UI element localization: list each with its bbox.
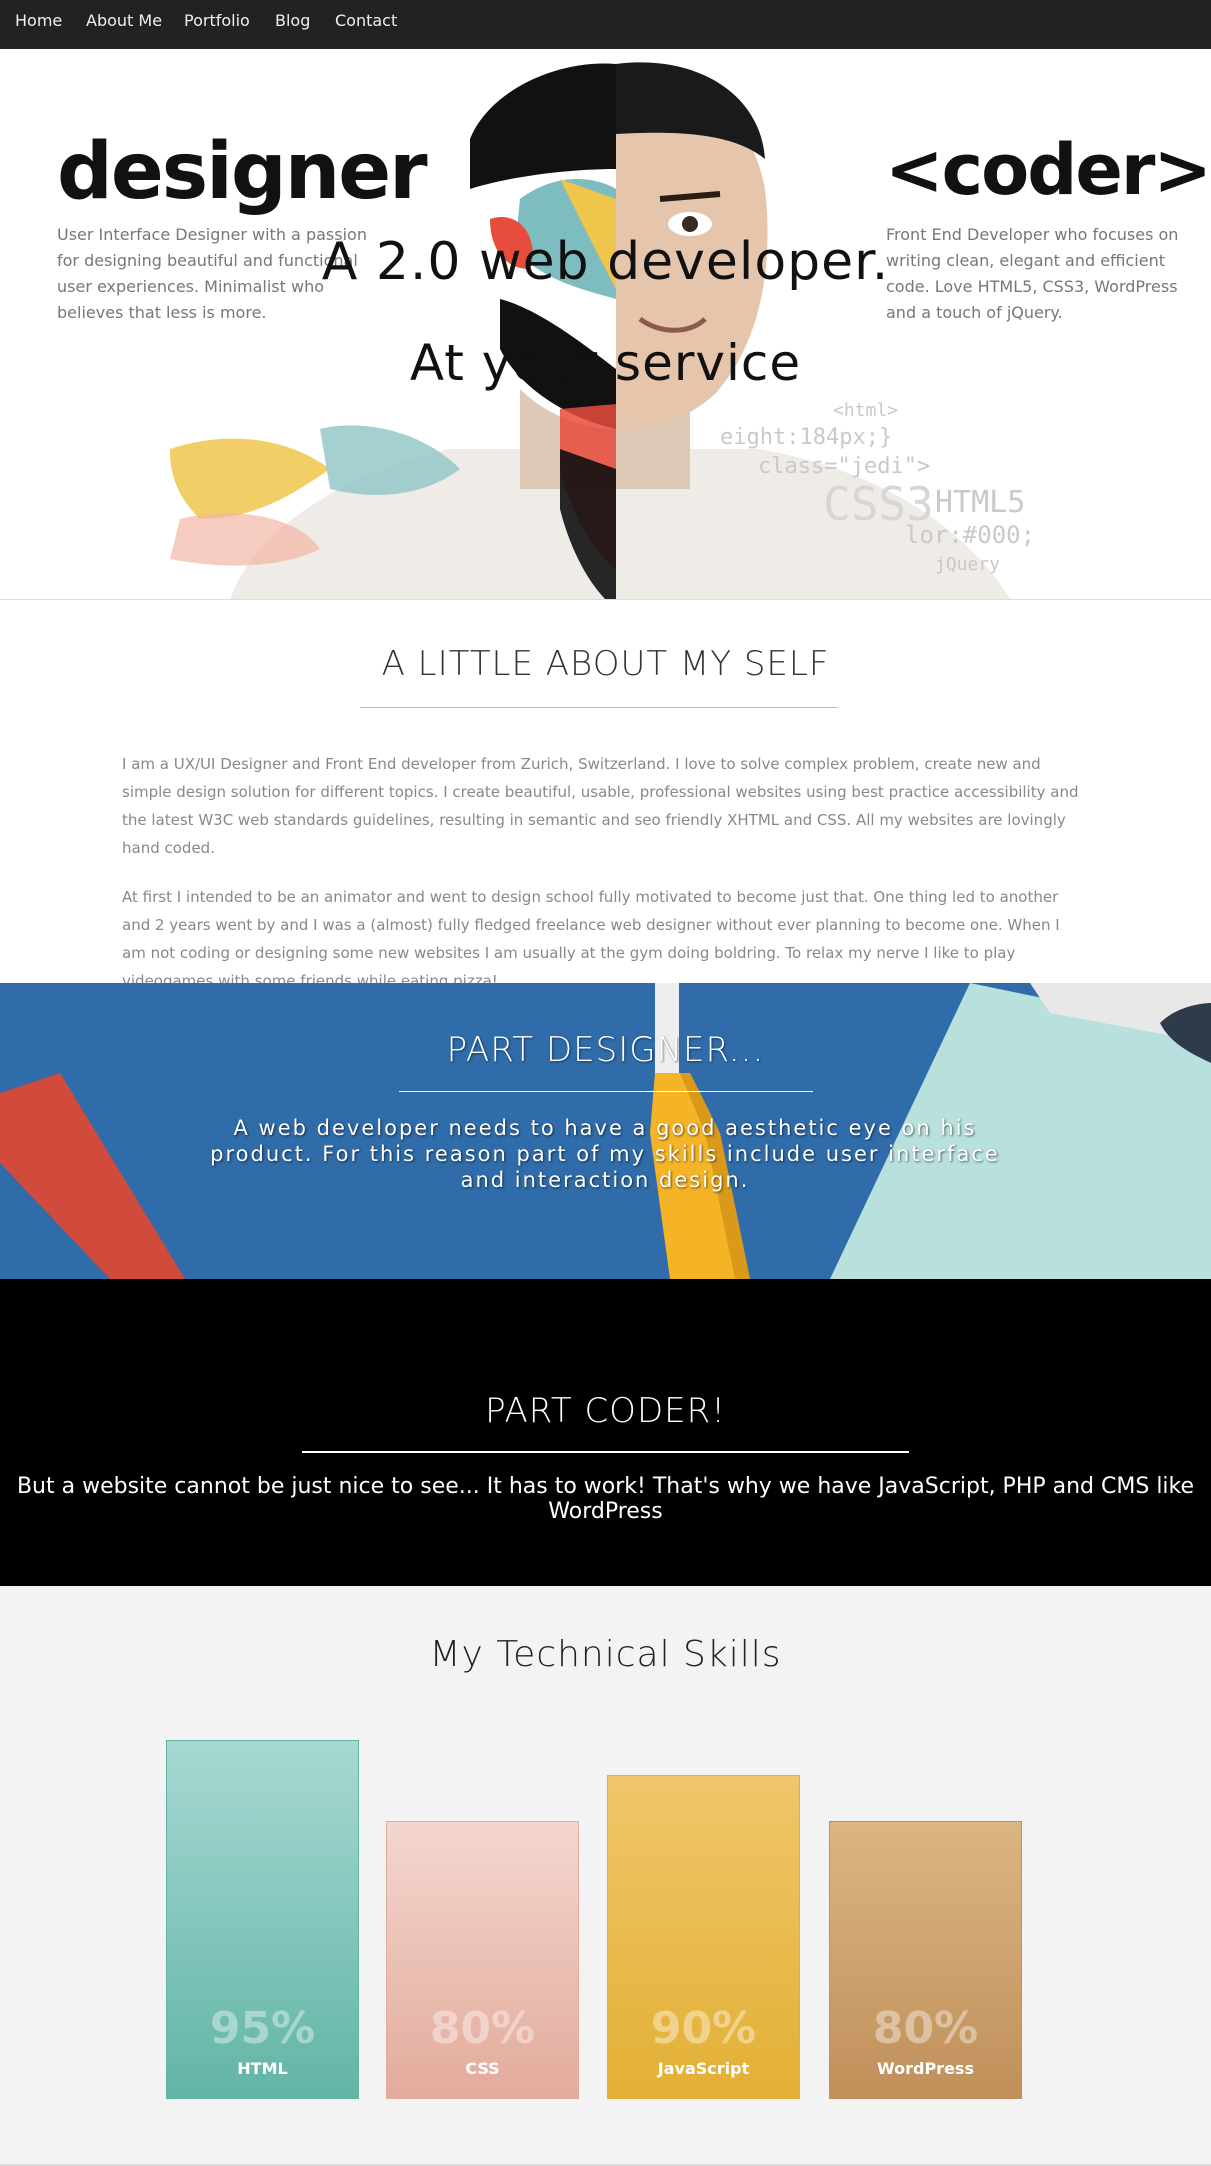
coder-section: PART CODER! But a website cannot be just… [0,1279,1211,1586]
skill-bar-javascript: 90% JavaScript [607,1775,800,2099]
top-navbar: Home About Me Portfolio Blog Contact [0,0,1211,50]
code-snippet-jquery: jQuery [935,554,1001,575]
nav-home-link[interactable]: Home [15,0,62,42]
nav-contact-link[interactable]: Contact [335,0,397,42]
skill-bar-wordpress: 80% WordPress [829,1821,1022,2099]
skills-title: My Technical Skills [429,1634,782,1675]
designer-section: PART DESIGNER... A web developer needs t… [0,983,1211,1279]
skill-label: HTML [237,2059,288,2078]
coder-heading: <coder> [885,129,1211,211]
skill-percent: 80% [429,2003,536,2054]
code-snippet-height: eight:184px;} [720,425,893,450]
code-snippet-class: class="jedi"> [758,454,931,479]
nav-portfolio-link[interactable]: Portfolio [184,0,250,42]
hero-banner: <html> eight:184px;} class="jedi"> CSS3 … [0,49,1211,600]
skill-label: CSS [465,2059,500,2078]
about-paragraph-1: I am a UX/UI Designer and Front End deve… [122,755,1079,857]
coder-text: But a website cannot be just nice to see… [16,1474,1195,1524]
skill-percent: 95% [209,2003,316,2054]
about-section: A LITTLE ABOUT MY SELF I am a UX/UI Desi… [0,600,1211,990]
designer-title: PART DESIGNER... [446,1030,765,1070]
coder-title: PART CODER! [485,1391,726,1431]
designer-text: A web developer needs to have a good aes… [210,1116,1000,1192]
skill-bar-html: 95% HTML [166,1740,359,2099]
nav-blog-link[interactable]: Blog [275,0,310,42]
about-paragraph-2: At first I intended to be an animator an… [122,888,1060,990]
about-title: A LITTLE ABOUT MY SELF [381,644,830,684]
designer-heading: designer [57,127,428,217]
hero-subheadline: At your service [409,334,802,392]
skill-bar-css: 80% CSS [386,1821,579,2099]
skill-percent: 90% [650,2003,757,2054]
skills-section: My Technical Skills 95% HTML 80% CSS 90%… [0,1586,1211,2166]
code-snippet-color: lor:#000; [905,521,1036,549]
skill-percent: 80% [872,2003,979,2054]
designer-title-divider [399,1091,813,1092]
skill-label: WordPress [877,2059,974,2078]
hero-headline: A 2.0 web developer. [321,232,890,292]
code-snippet-html-tag: <html> [833,400,899,421]
about-title-divider [360,707,838,708]
nav-about-link[interactable]: About Me [86,0,162,42]
skill-label: JavaScript [657,2059,750,2078]
code-snippet-html5: HTML5 [935,485,1026,520]
coder-title-divider [302,1451,909,1453]
